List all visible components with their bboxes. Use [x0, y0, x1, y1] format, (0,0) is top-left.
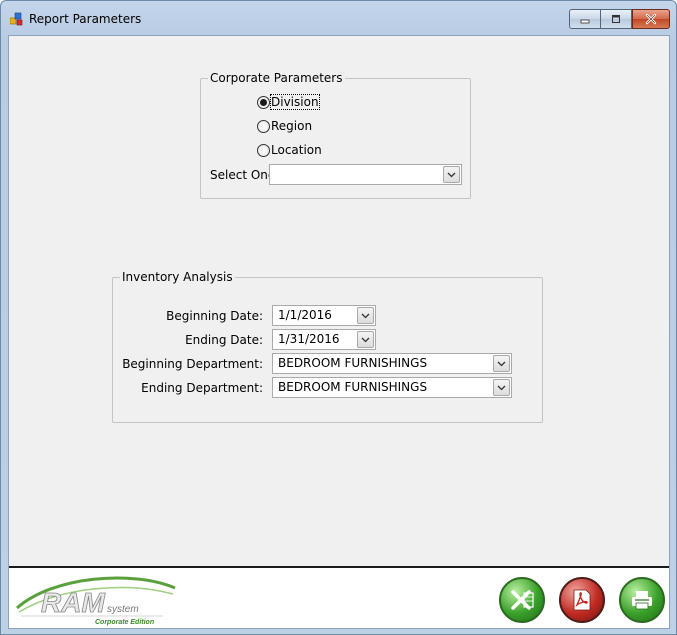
- radio-region[interactable]: Region: [257, 118, 312, 134]
- radio-division-circle[interactable]: [257, 95, 270, 109]
- maximize-button[interactable]: [600, 9, 632, 29]
- radio-location[interactable]: Location: [257, 142, 322, 158]
- chevron-down-icon: [497, 385, 506, 390]
- inventory-analysis-group: Inventory Analysis Beginning Date: 1/1/2…: [112, 270, 543, 423]
- select-one-dropdown[interactable]: [269, 164, 462, 185]
- footer-bar: RAM system Corporate Edition: [9, 566, 669, 628]
- beginning-department-dropdown[interactable]: BEDROOM FURNISHINGS: [272, 353, 512, 374]
- ending-date-picker[interactable]: 1/31/2016: [272, 329, 376, 350]
- pdf-icon: [573, 589, 591, 611]
- ending-department-label: Ending Department:: [141, 381, 263, 395]
- maximize-icon: [612, 15, 620, 23]
- window-title: Report Parameters: [29, 12, 142, 26]
- ending-date-value: 1/31/2016: [278, 332, 340, 346]
- client-area: Corporate Parameters Division Region Loc…: [8, 35, 670, 629]
- select-one-dropdown-button[interactable]: [443, 166, 460, 183]
- inventory-analysis-legend: Inventory Analysis: [120, 270, 235, 284]
- title-bar[interactable]: Report Parameters: [1, 1, 676, 35]
- radio-region-label[interactable]: Region: [271, 119, 312, 133]
- close-button[interactable]: [632, 9, 670, 29]
- radio-region-circle[interactable]: [257, 119, 270, 133]
- beginning-department-label: Beginning Department:: [122, 357, 263, 371]
- report-parameters-window: Report Parameters Corporate Parameters D…: [0, 0, 677, 635]
- close-icon: [645, 13, 657, 25]
- radio-location-label[interactable]: Location: [271, 143, 322, 157]
- chevron-down-icon: [497, 361, 506, 366]
- print-button[interactable]: [619, 577, 665, 623]
- chevron-down-icon: [361, 313, 370, 318]
- ending-date-dropdown-button[interactable]: [357, 331, 374, 348]
- ending-department-dropdown[interactable]: BEDROOM FURNISHINGS: [272, 377, 512, 398]
- svg-text:Corporate Edition: Corporate Edition: [95, 619, 154, 626]
- radio-division[interactable]: Division: [257, 94, 320, 110]
- beginning-date-value: 1/1/2016: [278, 308, 332, 322]
- svg-text:RAM: RAM: [41, 587, 105, 618]
- ending-department-value: BEDROOM FURNISHINGS: [278, 380, 428, 394]
- beginning-date-dropdown-button[interactable]: [357, 307, 374, 324]
- beginning-department-dropdown-button[interactable]: [493, 355, 510, 372]
- ram-system-logo: RAM system Corporate Edition: [16, 576, 176, 626]
- printer-icon: [632, 591, 652, 610]
- export-pdf-button[interactable]: [559, 577, 605, 623]
- minimize-icon: [580, 19, 590, 24]
- chevron-down-icon: [447, 172, 456, 177]
- export-excel-button[interactable]: [499, 577, 545, 623]
- excel-icon: [511, 590, 534, 610]
- beginning-date-label: Beginning Date:: [166, 309, 263, 323]
- svg-text:system: system: [107, 604, 139, 615]
- ending-date-label: Ending Date:: [185, 333, 263, 347]
- minimize-button[interactable]: [569, 9, 601, 29]
- radio-location-circle[interactable]: [257, 143, 270, 157]
- beginning-department-value: BEDROOM FURNISHINGS: [278, 356, 428, 370]
- radio-division-label[interactable]: Division: [270, 94, 320, 110]
- app-icon: [10, 12, 23, 26]
- corporate-parameters-legend: Corporate Parameters: [208, 71, 345, 85]
- corporate-parameters-group: Corporate Parameters Division Region Loc…: [200, 71, 471, 199]
- chevron-down-icon: [361, 337, 370, 342]
- ending-department-dropdown-button[interactable]: [493, 379, 510, 396]
- beginning-date-picker[interactable]: 1/1/2016: [272, 305, 376, 326]
